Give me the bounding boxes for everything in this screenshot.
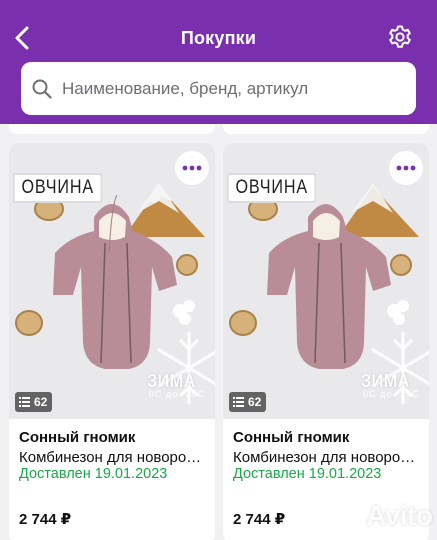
photo-count: 62: [34, 395, 48, 409]
product-name: Сонный гномик: [19, 429, 136, 446]
product-name: Сонный гномик: [233, 429, 350, 446]
delivery-status: Доставлен 19.01.2023: [233, 466, 382, 482]
product-photo[interactable]: ОВЧИНА ЗИМА 0С до -35С 62: [223, 143, 429, 419]
photo-label-temperature: 0С до -35С: [363, 389, 420, 399]
gear-icon: [389, 25, 411, 48]
product-description: Комбинезон для новорожденного: [19, 449, 211, 466]
product-photo[interactable]: ОВЧИНА ЗИМА 0С до -35С 62: [9, 143, 215, 419]
search-input[interactable]: [62, 78, 402, 99]
product-price: 2 744 ₽: [19, 511, 72, 528]
photo-label-material: ОВЧИНА: [227, 173, 317, 203]
app-header: Покупки: [0, 0, 437, 124]
product-description: Комбинезон для новорожденного: [233, 449, 425, 466]
product-card[interactable]: ОВЧИНА ЗИМА 0С до -35С 62 Сонный гномик …: [223, 143, 429, 540]
more-dots-icon: [396, 165, 416, 171]
photo-label-material: ОВЧИНА: [13, 173, 103, 203]
delivery-status: Доставлен 19.01.2023: [19, 466, 168, 482]
photo-count-badge: 62: [15, 392, 53, 412]
photos-icon: [19, 397, 30, 407]
search-icon: [32, 79, 52, 99]
avito-watermark-text: Avito: [366, 500, 433, 531]
photos-icon: [233, 397, 244, 407]
previous-card-bottom: [223, 124, 429, 134]
previous-card-bottom: [9, 124, 215, 134]
more-dots-icon: [182, 165, 202, 171]
page-title: Покупки: [180, 28, 257, 48]
more-options-button[interactable]: [389, 151, 423, 185]
photo-label-temperature: 0С до -35С: [149, 389, 206, 399]
photo-count-badge: 62: [229, 392, 267, 412]
more-options-button[interactable]: [175, 151, 209, 185]
avito-logo-icon: [331, 502, 359, 529]
settings-button[interactable]: [385, 22, 415, 52]
photo-count: 62: [248, 395, 262, 409]
avito-watermark: Avito: [330, 500, 433, 532]
product-card[interactable]: ОВЧИНА ЗИМА 0С до -35С 62 Сонный гномик …: [9, 143, 215, 540]
search-bar[interactable]: [21, 62, 416, 115]
product-price: 2 744 ₽: [233, 511, 286, 528]
